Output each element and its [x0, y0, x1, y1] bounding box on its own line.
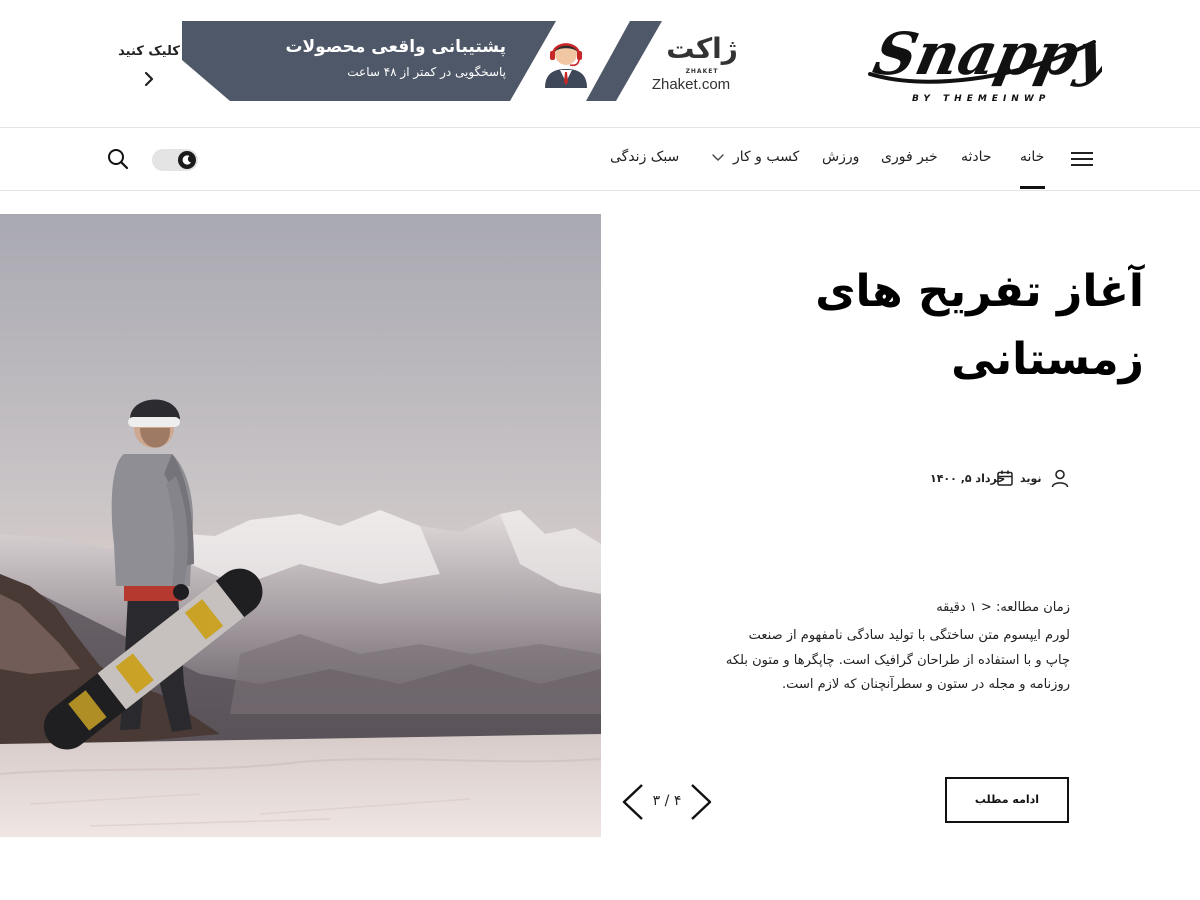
nav-item-home[interactable]: خانه: [1020, 149, 1044, 165]
nav-item-sports[interactable]: ورزش: [822, 149, 859, 165]
nav-item-incident[interactable]: حادثه: [961, 149, 992, 165]
logo-tagline: BY THEMEINWP: [912, 94, 1051, 104]
nav-item-lifestyle[interactable]: سبک زندگی: [610, 149, 679, 165]
nav-active-indicator: [1020, 186, 1045, 189]
main-navigation: خانه حادثه خبر فوری ورزش کسب و کار سبک ز…: [0, 129, 1200, 191]
post-date[interactable]: خرداد ۵, ۱۴۰۰: [930, 472, 1005, 485]
snowboarder-photo: [0, 214, 601, 837]
post-author[interactable]: نوید: [1020, 472, 1042, 485]
read-time: زمان مطالعه: < ۱ دقیقه: [936, 600, 1070, 615]
theme-toggle[interactable]: [152, 149, 198, 171]
slider-counter: ۴ / ۳: [652, 793, 682, 809]
moon-icon: [182, 155, 191, 165]
menu-icon[interactable]: [1071, 150, 1095, 168]
slider-next-arrow-icon[interactable]: [688, 783, 714, 821]
post-title[interactable]: آغاز تفریح های زمستانی: [700, 258, 1144, 394]
hero-image[interactable]: [0, 214, 601, 837]
search-icon[interactable]: [107, 148, 129, 170]
slider-prev-arrow-icon[interactable]: [620, 783, 646, 821]
user-icon: [1051, 469, 1069, 488]
zhaket-domain[interactable]: Zhaket.com: [646, 76, 736, 93]
chevron-down-icon[interactable]: [711, 151, 725, 165]
nav-item-breaking-news[interactable]: خبر فوری: [881, 149, 938, 165]
chevron-right-icon[interactable]: [140, 70, 158, 88]
read-more-button[interactable]: ادامه مطلب: [945, 777, 1069, 823]
post-meta: نوید خرداد ۵, ۱۴۰۰: [880, 468, 1072, 492]
ad-subtitle: پاسخگویی در کمتر از ۴۸ ساعت: [347, 65, 506, 79]
zhaket-logo-mark: ژاکت: [668, 32, 736, 65]
zhaket-sub-label: ZHAKET: [685, 68, 719, 75]
post-excerpt: لورم ایپسوم متن ساختگی با تولید سادگی نا…: [725, 628, 1070, 692]
ad-title: پشتیبانی واقعی محصولات: [285, 37, 506, 57]
site-header: Snappy BY THEMEINWP پشتیبانی واقعی محصول…: [0, 0, 1200, 128]
toggle-knob: [178, 151, 196, 169]
zhaket-logo-icon: ژاکت: [668, 32, 736, 65]
nav-item-business[interactable]: کسب و کار: [733, 149, 799, 165]
ad-click-label[interactable]: کلیک کنید: [104, 44, 194, 59]
support-agent-icon: [545, 43, 587, 88]
